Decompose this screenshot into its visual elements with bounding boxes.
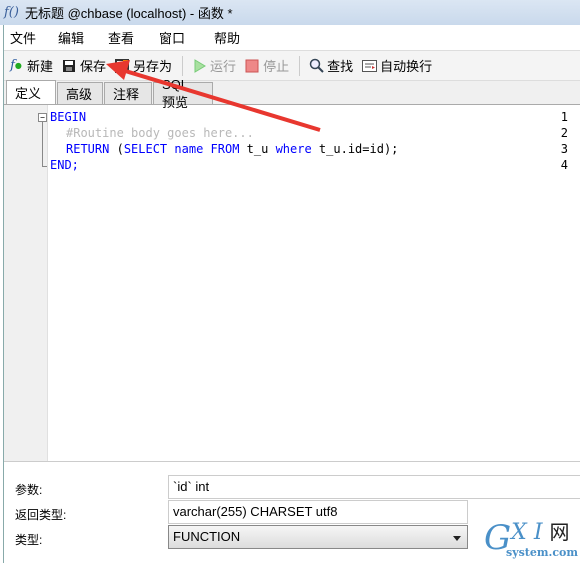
annotation-arrow	[106, 60, 321, 132]
